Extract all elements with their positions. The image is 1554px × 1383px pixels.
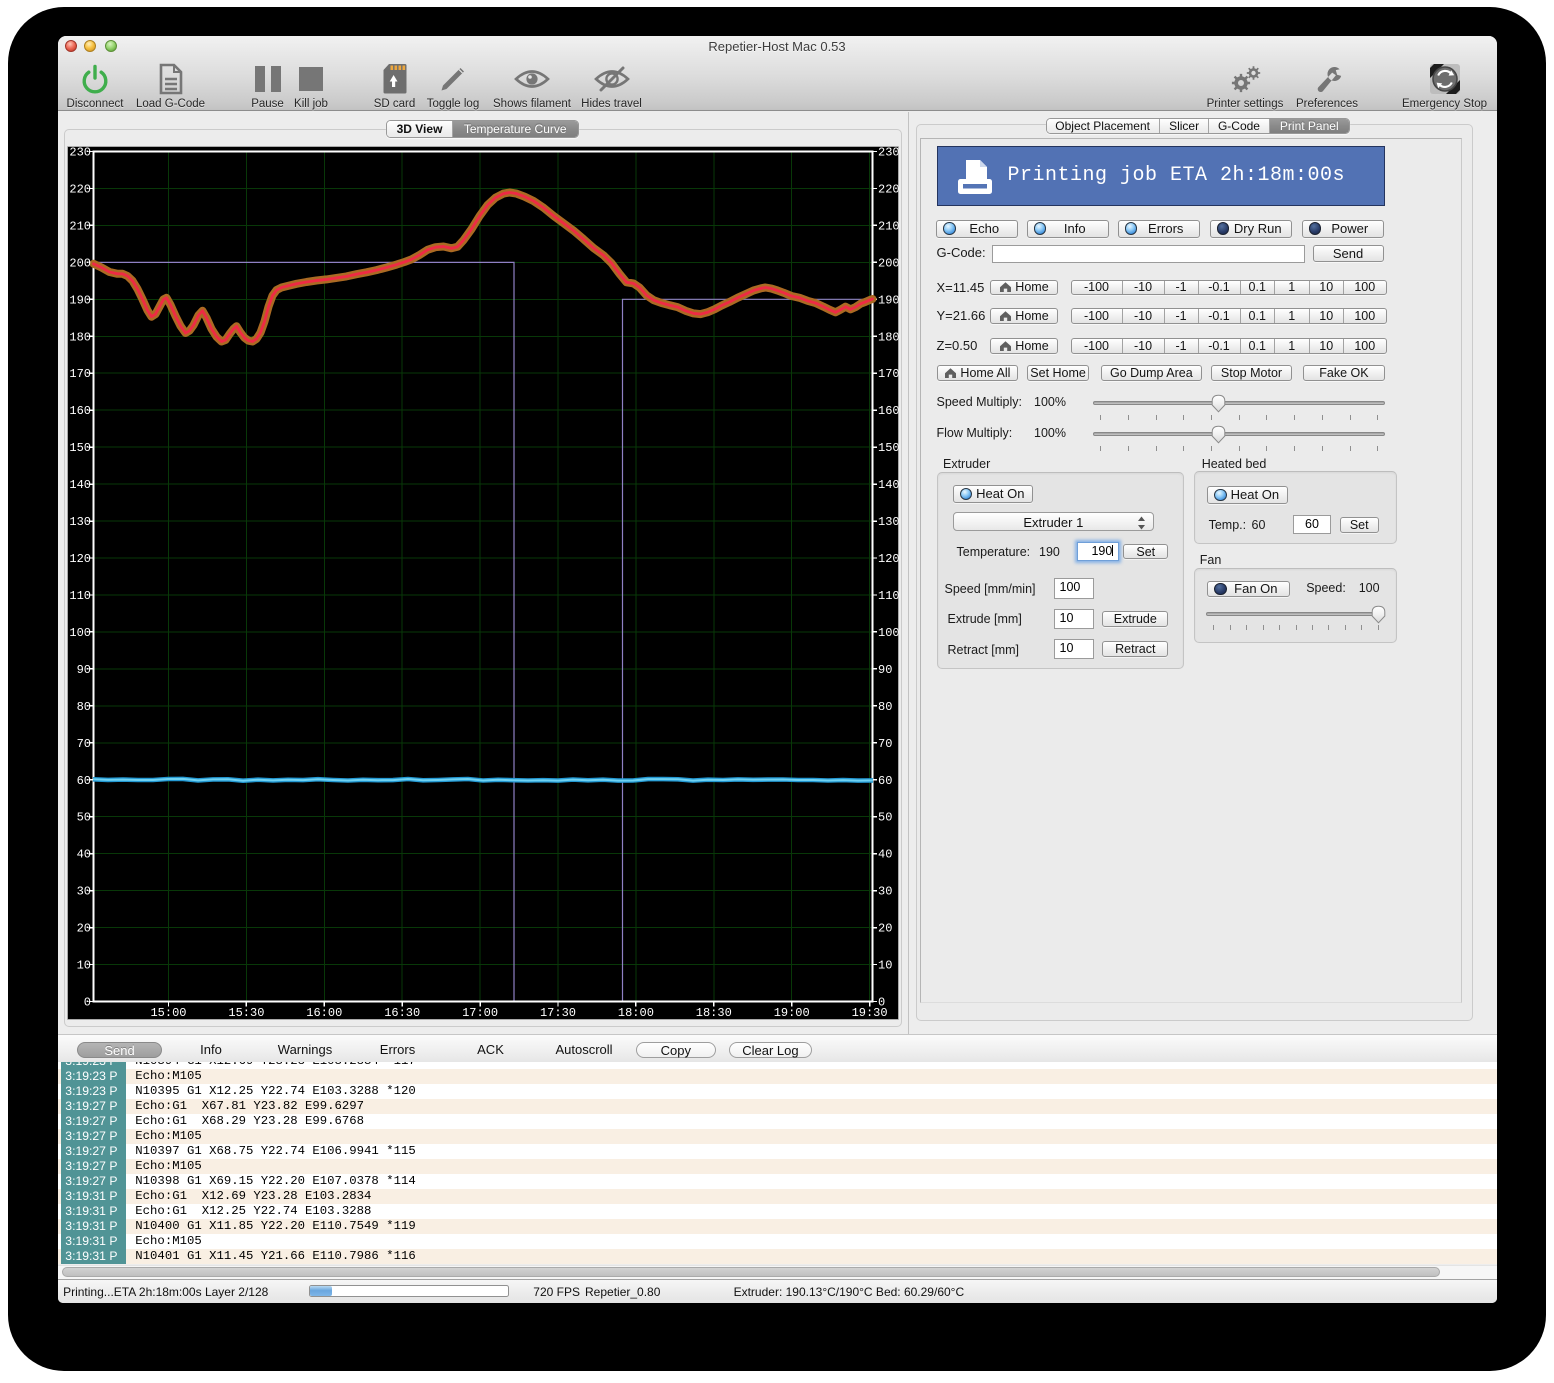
svg-text:30: 30 — [76, 885, 90, 899]
svg-text:220: 220 — [878, 183, 900, 197]
svg-text:220: 220 — [69, 183, 91, 197]
svg-text:60: 60 — [76, 774, 90, 788]
svg-text:150: 150 — [878, 441, 900, 455]
svg-text:19:30: 19:30 — [851, 1006, 887, 1020]
svg-text:160: 160 — [878, 404, 900, 418]
svg-text:15:30: 15:30 — [228, 1006, 264, 1020]
svg-text:10: 10 — [76, 959, 90, 973]
svg-text:19:00: 19:00 — [773, 1006, 809, 1020]
svg-text:210: 210 — [69, 219, 91, 233]
svg-text:180: 180 — [878, 330, 900, 344]
svg-text:17:00: 17:00 — [462, 1006, 498, 1020]
svg-text:40: 40 — [878, 848, 892, 862]
svg-text:90: 90 — [76, 663, 90, 677]
svg-text:130: 130 — [69, 515, 91, 529]
svg-text:70: 70 — [76, 737, 90, 751]
svg-text:110: 110 — [878, 589, 900, 603]
svg-text:80: 80 — [76, 700, 90, 714]
svg-text:50: 50 — [76, 811, 90, 825]
svg-text:190: 190 — [878, 293, 900, 307]
svg-text:170: 170 — [69, 367, 91, 381]
svg-text:90: 90 — [878, 663, 892, 677]
svg-text:16:00: 16:00 — [306, 1006, 342, 1020]
svg-text:210: 210 — [878, 219, 900, 233]
svg-text:60: 60 — [878, 774, 892, 788]
svg-text:80: 80 — [878, 700, 892, 714]
svg-text:230: 230 — [878, 147, 900, 160]
svg-text:200: 200 — [69, 256, 91, 270]
svg-text:18:00: 18:00 — [617, 1006, 653, 1020]
svg-text:140: 140 — [69, 478, 91, 492]
svg-text:170: 170 — [878, 367, 900, 381]
svg-text:20: 20 — [878, 922, 892, 936]
svg-text:160: 160 — [69, 404, 91, 418]
svg-text:40: 40 — [76, 848, 90, 862]
svg-text:130: 130 — [878, 515, 900, 529]
svg-text:120: 120 — [69, 552, 91, 566]
svg-text:10: 10 — [878, 959, 892, 973]
svg-text:200: 200 — [878, 256, 900, 270]
svg-text:150: 150 — [69, 441, 91, 455]
svg-text:110: 110 — [69, 589, 91, 603]
svg-text:17:30: 17:30 — [539, 1006, 575, 1020]
svg-text:30: 30 — [878, 885, 892, 899]
svg-text:50: 50 — [878, 811, 892, 825]
svg-text:70: 70 — [878, 737, 892, 751]
svg-text:18:30: 18:30 — [695, 1006, 731, 1020]
svg-text:16:30: 16:30 — [384, 1006, 420, 1020]
svg-text:120: 120 — [878, 552, 900, 566]
svg-text:100: 100 — [69, 626, 91, 640]
svg-text:15:00: 15:00 — [150, 1006, 186, 1020]
svg-text:100: 100 — [878, 626, 900, 640]
svg-text:180: 180 — [69, 330, 91, 344]
svg-text:20: 20 — [76, 922, 90, 936]
svg-text:190: 190 — [69, 293, 91, 307]
svg-text:0: 0 — [83, 996, 90, 1010]
svg-text:140: 140 — [878, 478, 900, 492]
svg-text:230: 230 — [69, 147, 91, 160]
